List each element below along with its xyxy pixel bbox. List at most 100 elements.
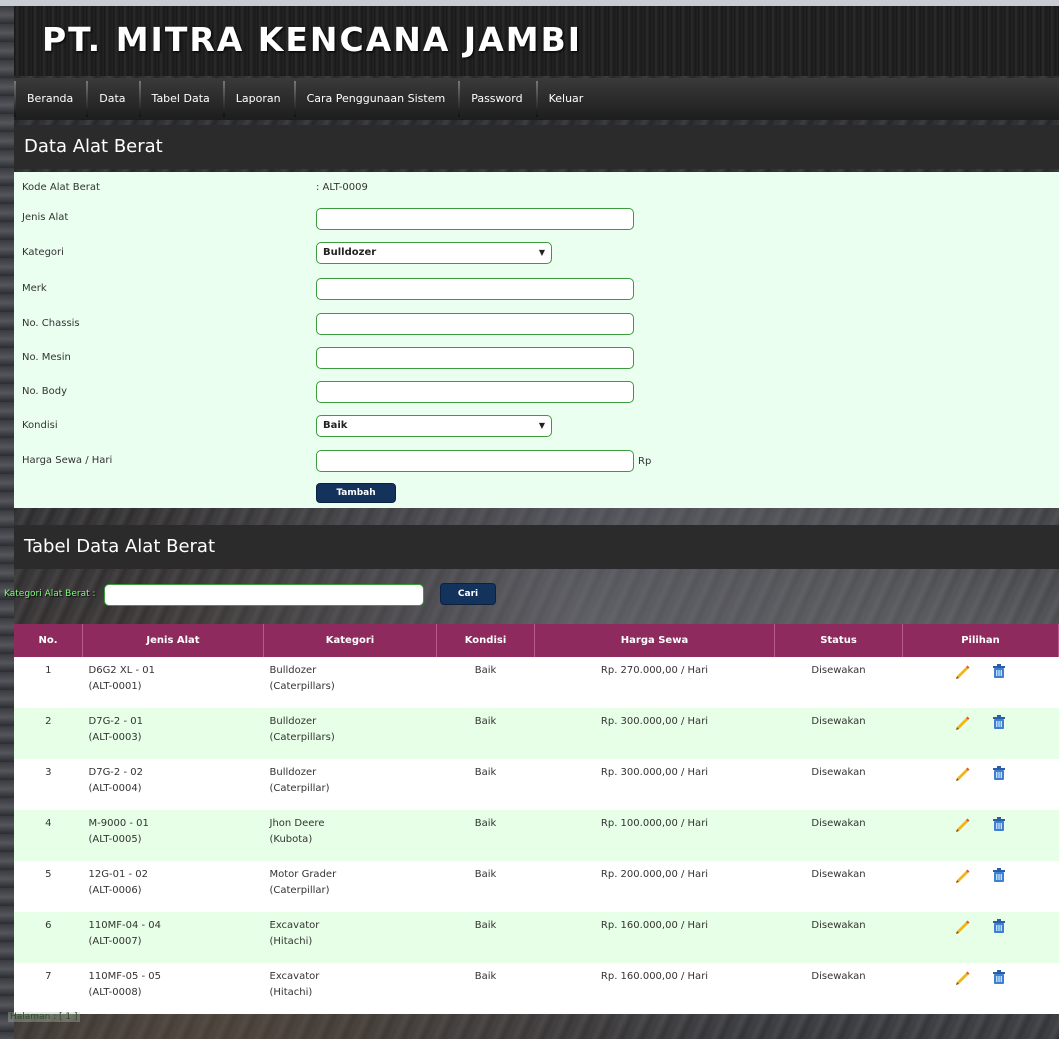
chevron-down-icon: ▼ bbox=[538, 248, 545, 257]
nav-item-laporan[interactable]: Laporan bbox=[222, 78, 294, 120]
jenis-code: (ALT-0004) bbox=[88, 783, 142, 794]
equipment-form: Kode Alat Berat : ALT-0009 Jenis Alat Ka… bbox=[14, 172, 1059, 508]
tambah-button[interactable]: Tambah bbox=[316, 483, 396, 503]
cell-kondisi: Baik bbox=[436, 810, 535, 861]
trash-delete-icon[interactable] bbox=[991, 663, 1007, 679]
col-header-jenis: Jenis Alat bbox=[82, 624, 264, 657]
form-row-body: No. Body bbox=[14, 380, 1059, 414]
nav-item-data[interactable]: Data bbox=[86, 78, 138, 120]
table-section-header: Tabel Data Alat Berat bbox=[14, 525, 1059, 569]
cell-jenis: 110MF-05 - 05 (ALT-0008) bbox=[82, 963, 264, 1014]
cell-kondisi: Baik bbox=[436, 912, 535, 963]
cell-kategori: Bulldozer (Caterpillar) bbox=[263, 759, 437, 810]
kondisi-label: Kondisi bbox=[22, 420, 58, 431]
cell-pilihan bbox=[902, 861, 1059, 912]
rp-suffix: Rp bbox=[638, 456, 652, 467]
jenis-name: 12G-01 - 02 bbox=[88, 869, 149, 880]
cell-harga: Rp. 160.000,00 / Hari bbox=[534, 912, 775, 963]
form-row-kondisi: Kondisi Baik ▼ bbox=[14, 414, 1059, 448]
table-row: 3 D7G-2 - 02 (ALT-0004) Bulldozer (Caterpi… bbox=[14, 759, 1059, 810]
jenis-name: M-9000 - 01 bbox=[88, 818, 149, 829]
jenis-alat-input[interactable] bbox=[316, 208, 634, 230]
table-row: 4 M-9000 - 01 (ALT-0005) Jhon Deere (Kubot… bbox=[14, 810, 1059, 861]
kategori-select-value: Bulldozer bbox=[323, 247, 377, 258]
table-row: 7 110MF-05 - 05 (ALT-0008) Excavator (Hita… bbox=[14, 963, 1059, 1014]
cell-no: 2 bbox=[14, 708, 83, 759]
form-section-header: Data Alat Berat bbox=[14, 125, 1059, 169]
pencil-edit-icon[interactable] bbox=[954, 867, 970, 883]
harga-input[interactable] bbox=[316, 450, 634, 472]
trash-delete-icon[interactable] bbox=[991, 765, 1007, 781]
chevron-down-icon: ▼ bbox=[538, 421, 545, 430]
chassis-input[interactable] bbox=[316, 313, 634, 335]
kategori-merk: (Kubota) bbox=[269, 834, 313, 845]
merk-input[interactable] bbox=[316, 278, 634, 300]
nav-item-cara-penggunaan[interactable]: Cara Penggunaan Sistem bbox=[293, 78, 459, 120]
trash-delete-icon[interactable] bbox=[991, 918, 1007, 934]
cell-status: Disewakan bbox=[774, 963, 903, 1014]
mesin-label: No. Mesin bbox=[22, 352, 71, 363]
form-row-mesin: No. Mesin bbox=[14, 346, 1059, 380]
trash-delete-icon[interactable] bbox=[991, 867, 1007, 883]
trash-delete-icon[interactable] bbox=[991, 816, 1007, 832]
cell-no: 1 bbox=[14, 657, 83, 708]
jenis-name: 110MF-05 - 05 bbox=[88, 971, 162, 982]
pencil-edit-icon[interactable] bbox=[954, 714, 970, 730]
col-header-harga: Harga Sewa bbox=[534, 624, 775, 657]
nav-item-keluar[interactable]: Keluar bbox=[535, 78, 597, 120]
trash-delete-icon[interactable] bbox=[991, 969, 1007, 985]
cari-button[interactable]: Cari bbox=[440, 583, 496, 605]
col-header-status: Status bbox=[774, 624, 903, 657]
site-title: PT. MITRA KENCANA JAMBI bbox=[42, 20, 583, 59]
kategori-merk: (Hitachi) bbox=[269, 936, 313, 947]
pencil-edit-icon[interactable] bbox=[954, 765, 970, 781]
cell-jenis: D6G2 XL - 01 (ALT-0001) bbox=[82, 657, 264, 708]
cell-status: Disewakan bbox=[774, 657, 903, 708]
form-row-kode: Kode Alat Berat : ALT-0009 bbox=[14, 176, 1059, 210]
kategori-merk: (Caterpillars) bbox=[269, 681, 335, 692]
cell-status: Disewakan bbox=[774, 810, 903, 861]
form-row-harga: Harga Sewa / Hari Rp bbox=[14, 449, 1059, 483]
cell-no: 7 bbox=[14, 963, 83, 1014]
table-row: 6 110MF-04 - 04 (ALT-0007) Excavator (Hita… bbox=[14, 912, 1059, 963]
pencil-edit-icon[interactable] bbox=[954, 918, 970, 934]
nav-item-tabel-data[interactable]: Tabel Data bbox=[138, 78, 223, 120]
equipment-table: No. Jenis Alat Kategori Kondisi Harga Se… bbox=[14, 624, 1059, 1014]
pencil-edit-icon[interactable] bbox=[954, 816, 970, 832]
kategori-name: Bulldozer bbox=[269, 716, 317, 727]
cell-pilihan bbox=[902, 912, 1059, 963]
nav-item-beranda[interactable]: Beranda bbox=[14, 78, 86, 120]
cell-no: 6 bbox=[14, 912, 83, 963]
cell-kondisi: Baik bbox=[436, 708, 535, 759]
cell-kategori: Jhon Deere (Kubota) bbox=[263, 810, 437, 861]
trash-delete-icon[interactable] bbox=[991, 714, 1007, 730]
category-search-input[interactable] bbox=[104, 584, 424, 606]
kategori-select[interactable]: Bulldozer ▼ bbox=[316, 242, 552, 264]
kategori-merk: (Caterpillar) bbox=[269, 783, 330, 794]
table-row: 1 D6G2 XL - 01 (ALT-0001) Bulldozer (Cater… bbox=[14, 657, 1059, 708]
body-label: No. Body bbox=[22, 386, 68, 397]
pagination[interactable]: Halaman : [ 1 ] bbox=[8, 1012, 80, 1022]
cell-jenis: 12G-01 - 02 (ALT-0006) bbox=[82, 861, 264, 912]
jenis-name: D7G-2 - 02 bbox=[88, 767, 143, 778]
cell-pilihan bbox=[902, 708, 1059, 759]
kondisi-select-value: Baik bbox=[323, 420, 348, 431]
kategori-merk: (Hitachi) bbox=[269, 987, 313, 998]
cell-pilihan bbox=[902, 657, 1059, 708]
table-row: 2 D7G-2 - 01 (ALT-0003) Bulldozer (Caterpi… bbox=[14, 708, 1059, 759]
pencil-edit-icon[interactable] bbox=[954, 969, 970, 985]
mesin-input[interactable] bbox=[316, 347, 634, 369]
cell-harga: Rp. 200.000,00 / Hari bbox=[534, 861, 775, 912]
nav-item-password[interactable]: Password bbox=[458, 78, 535, 120]
kategori-name: Excavator bbox=[269, 971, 320, 982]
jenis-code: (ALT-0005) bbox=[88, 834, 142, 845]
cell-kategori: Excavator (Hitachi) bbox=[263, 963, 437, 1014]
kondisi-select[interactable]: Baik ▼ bbox=[316, 415, 552, 437]
harga-label: Harga Sewa / Hari bbox=[22, 455, 113, 466]
body-input[interactable] bbox=[316, 381, 634, 403]
cell-pilihan bbox=[902, 810, 1059, 861]
pencil-edit-icon[interactable] bbox=[954, 663, 970, 679]
cell-harga: Rp. 160.000,00 / Hari bbox=[534, 963, 775, 1014]
jenis-code: (ALT-0003) bbox=[88, 732, 142, 743]
cell-kondisi: Baik bbox=[436, 963, 535, 1014]
